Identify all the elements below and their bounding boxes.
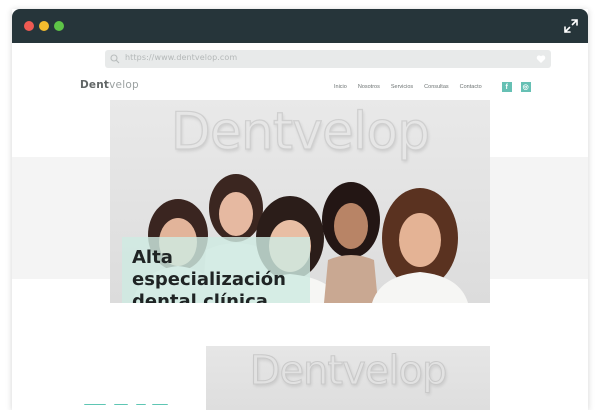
logo-text-dent: Dent [80, 79, 110, 91]
site-logo[interactable]: Dentvelop [80, 79, 139, 91]
person-5 [372, 188, 468, 303]
heading-stroke [114, 404, 128, 405]
nav-item-servicios[interactable]: Servicios [391, 84, 413, 90]
nav-item-nosotros[interactable]: Nosotros [358, 84, 380, 90]
secondary-wall-logo: Dentvelop [249, 348, 448, 395]
zoom-window-button[interactable] [54, 21, 64, 31]
main-nav: Inicio Nosotros Servicios Consultas Cont… [334, 82, 531, 92]
address-bar[interactable]: https://www.dentvelop.com [105, 50, 551, 68]
hero-banner: Dentvelop Alta especialización dental cl… [110, 100, 490, 303]
url-text[interactable]: https://www.dentvelop.com [125, 53, 237, 62]
section-heading-fragment [84, 404, 184, 410]
facebook-icon[interactable]: f [501, 82, 512, 92]
heart-icon[interactable] [536, 54, 546, 64]
secondary-image: Dentvelop [206, 346, 490, 410]
instagram-glyph: ◎ [522, 84, 529, 91]
minimize-window-button[interactable] [39, 21, 49, 31]
close-window-button[interactable] [24, 21, 34, 31]
logo-text-velop: velop [109, 79, 139, 91]
hero-title: Alta especialización dental clínica [132, 247, 286, 303]
facebook-glyph: f [505, 83, 508, 91]
hero-caption-box: Alta especialización dental clínica [122, 237, 310, 303]
nav-item-inicio[interactable]: Inicio [334, 84, 347, 90]
expand-icon[interactable] [564, 19, 578, 33]
heading-stroke [84, 404, 106, 405]
heading-stroke [152, 404, 168, 405]
nav-item-consultas[interactable]: Consultas [424, 84, 448, 90]
instagram-icon[interactable]: ◎ [520, 82, 531, 92]
person-4 [322, 182, 380, 303]
nav-item-contacto[interactable]: Contacto [460, 84, 482, 90]
browser-window: https://www.dentvelop.com Dentvelop Inic… [12, 9, 588, 410]
heading-stroke [136, 404, 146, 405]
window-titlebar [12, 9, 588, 43]
search-icon [110, 54, 120, 64]
